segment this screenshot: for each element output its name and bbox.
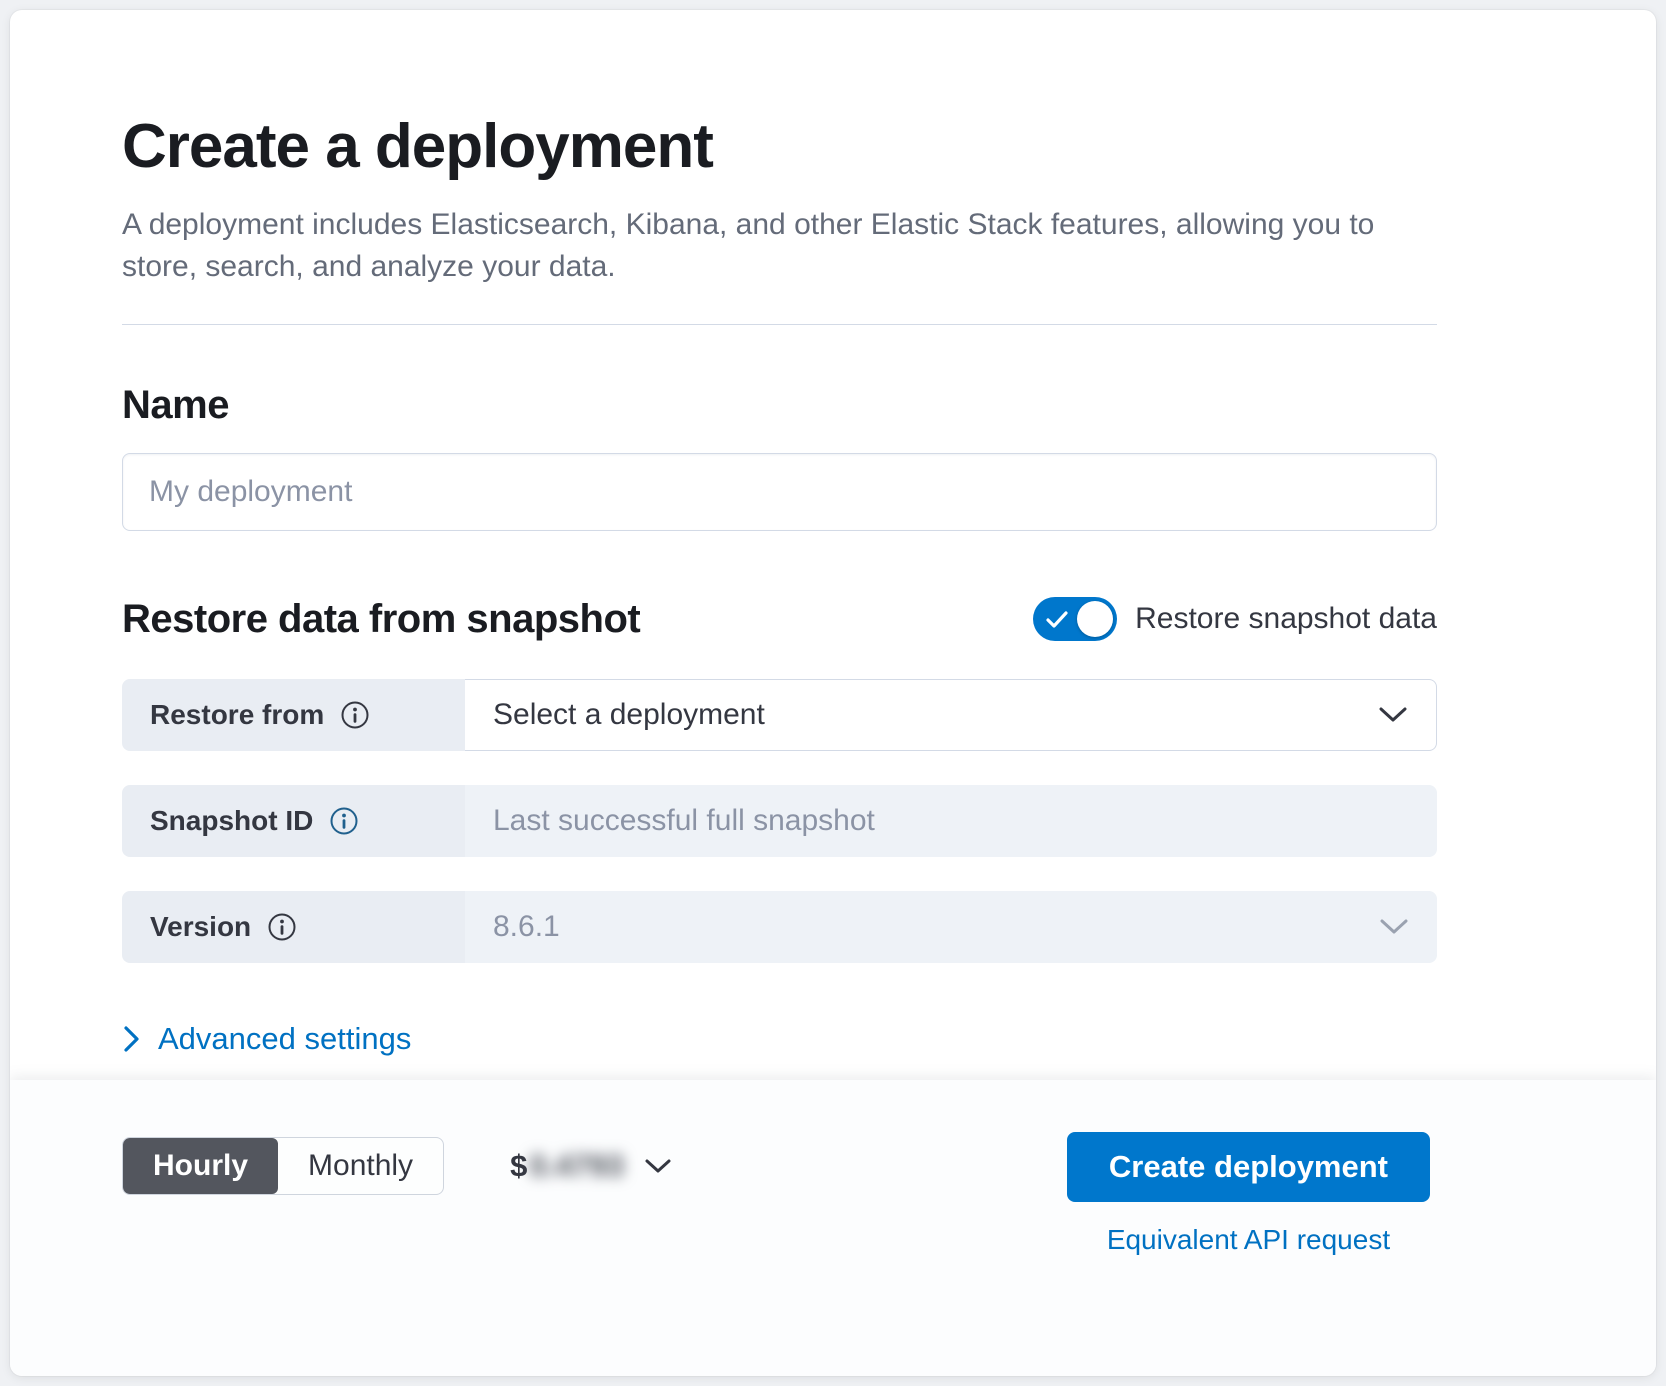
info-icon[interactable]: [340, 700, 370, 730]
version-value: 8.6.1: [493, 910, 560, 944]
restore-from-row: Restore from Select a deployment: [122, 679, 1437, 751]
restore-snapshot-heading: Restore data from snapshot: [122, 595, 640, 643]
name-heading: Name: [122, 381, 1437, 429]
advanced-settings-link[interactable]: Advanced settings: [122, 1021, 411, 1057]
deployment-name-input[interactable]: [122, 453, 1437, 531]
hourly-button[interactable]: Hourly: [123, 1138, 278, 1194]
chevron-down-icon: [1379, 918, 1409, 936]
price-amount-blurred: 0.4793: [529, 1148, 624, 1184]
restore-from-label-cell: Restore from: [122, 679, 465, 751]
price-dropdown[interactable]: $ 0.4793: [510, 1148, 672, 1184]
bottom-bar: Hourly Monthly $ 0.4793 Create deploymen…: [10, 1080, 1656, 1376]
version-label-cell: Version: [122, 891, 465, 963]
chevron-down-icon: [1378, 706, 1408, 724]
restore-from-label: Restore from: [150, 699, 324, 731]
info-icon[interactable]: [329, 806, 359, 836]
create-deployment-button[interactable]: Create deployment: [1067, 1132, 1430, 1202]
main-content: Create a deployment A deployment include…: [10, 10, 1437, 1080]
restore-from-value: Select a deployment: [493, 698, 765, 732]
snapshot-id-placeholder: Last successful full snapshot: [493, 804, 875, 838]
chevron-down-icon: [644, 1158, 672, 1175]
version-row: Version 8.6.1: [122, 891, 1437, 963]
page-subtitle: A deployment includes Elasticsearch, Kib…: [122, 204, 1402, 288]
version-label: Version: [150, 911, 251, 943]
equivalent-api-request-link[interactable]: Equivalent API request: [1107, 1224, 1390, 1256]
restore-snapshot-toggle-label: Restore snapshot data: [1135, 602, 1437, 636]
toggle-knob: [1077, 601, 1113, 637]
advanced-settings-label: Advanced settings: [158, 1021, 411, 1057]
snapshot-id-input: Last successful full snapshot: [465, 785, 1437, 857]
snapshot-id-row: Snapshot ID Last successful full snapsho…: [122, 785, 1437, 857]
check-icon: [1046, 611, 1068, 628]
page-title: Create a deployment: [122, 110, 1437, 184]
restore-snapshot-toggle[interactable]: [1033, 597, 1117, 641]
divider: [122, 324, 1437, 325]
snapshot-id-label-cell: Snapshot ID: [122, 785, 465, 857]
monthly-button[interactable]: Monthly: [278, 1138, 443, 1194]
price-currency: $: [510, 1148, 527, 1184]
chevron-right-icon: [122, 1024, 140, 1054]
restore-from-select[interactable]: Select a deployment: [465, 679, 1437, 751]
billing-interval-group: Hourly Monthly: [122, 1137, 444, 1195]
create-deployment-card: Create a deployment A deployment include…: [10, 10, 1656, 1376]
version-select: 8.6.1: [465, 891, 1437, 963]
info-icon[interactable]: [267, 912, 297, 942]
snapshot-id-label: Snapshot ID: [150, 805, 313, 837]
